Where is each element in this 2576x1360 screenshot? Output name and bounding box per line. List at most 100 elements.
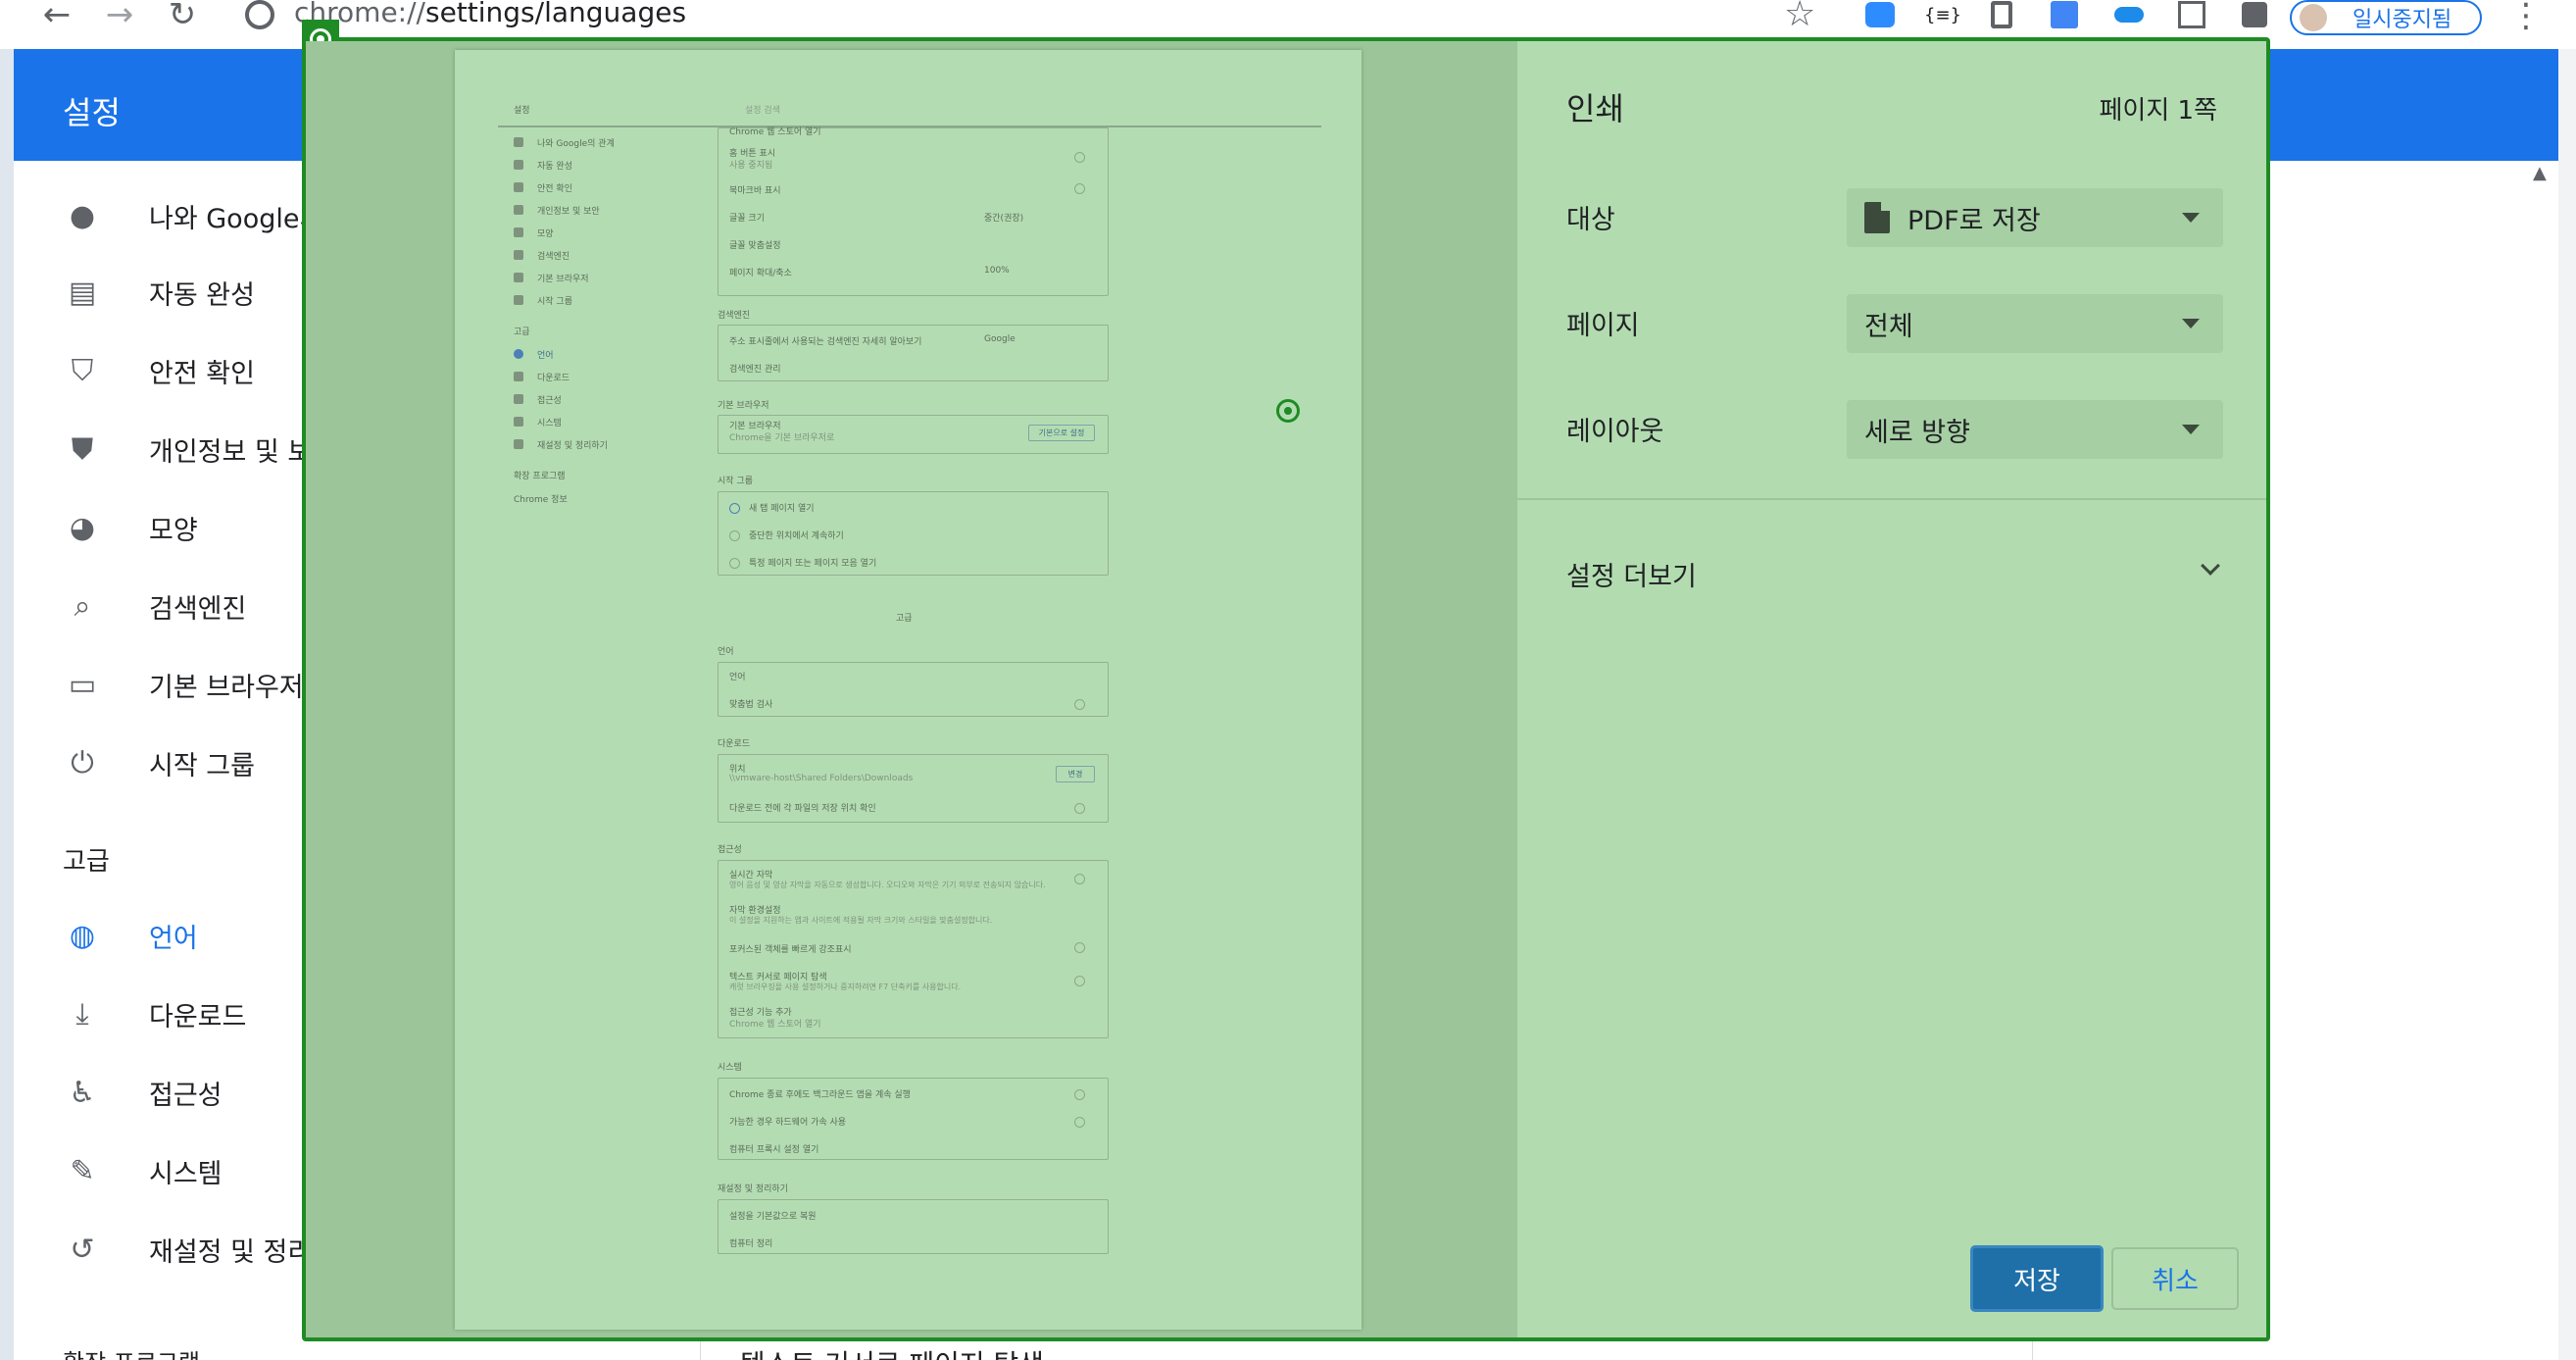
puzzle-icon[interactable] <box>2237 0 2272 29</box>
preview-download-icon <box>514 372 523 381</box>
save-button[interactable]: 저장 <box>1970 1245 2104 1312</box>
pages-select[interactable]: 전체 <box>1847 294 2223 353</box>
click-target-icon <box>1276 399 1300 423</box>
sidebar-item-label: 자동 완성 <box>149 279 255 311</box>
preview-row: \\vmware-host\Shared Folders\Downloads <box>729 774 914 783</box>
panel-divider <box>1517 498 2266 500</box>
preview-set-default-button: 기본으로 설정 <box>1028 425 1095 441</box>
sidebar-item-reset[interactable]: ↺ 재설정 및 정리 <box>14 1220 312 1279</box>
preview-nav-item: 자동 완성 <box>537 162 572 172</box>
scrollbar-up-arrow-icon[interactable]: ▲ <box>2533 163 2547 183</box>
preview-header-title: 설정 <box>514 106 530 116</box>
layout-value: 세로 방향 <box>1864 417 1970 448</box>
preview-wrench-icon <box>514 417 523 427</box>
preview-toggle <box>1074 152 1085 163</box>
preview-nav-item: 기본 브라우저 <box>537 275 589 284</box>
sidebar-item-label: 접근성 <box>149 1080 223 1111</box>
chevron-down-icon[interactable] <box>2201 556 2220 576</box>
preview-row: 특정 페이지 또는 페이지 모음 열기 <box>749 559 877 569</box>
power-icon: ⏻ <box>71 745 94 781</box>
preview-section-title: 접근성 <box>718 845 742 855</box>
json-viewer-icon[interactable]: {≡} <box>1924 0 1961 29</box>
preview-section-title: 시스템 <box>718 1063 742 1073</box>
preview-row: 페이지 확대/축소 <box>729 269 792 278</box>
cancel-button[interactable]: 취소 <box>2111 1247 2239 1310</box>
preview-search-box: 설정 검색 <box>745 106 780 116</box>
reload-button[interactable]: ↻ <box>163 0 202 34</box>
profile-button[interactable]: 일시중지됨 <box>2290 0 2482 35</box>
preview-row: 영어 음성 및 영상 자막을 자동으로 생성합니다. 오디오와 자막은 기기 외… <box>729 881 1046 889</box>
address-bar[interactable]: chrome://settings/languages <box>294 0 686 28</box>
preview-toggle <box>1074 183 1085 194</box>
sidebar-item-label: 다운로드 <box>149 1001 247 1033</box>
sidebar-item-label: 안전 확인 <box>149 358 255 389</box>
browser-icon: ▭ <box>68 667 97 702</box>
sidebar-item-default-browser[interactable]: ▭ 기본 브라우저 <box>14 655 308 714</box>
sidebar-item-privacy[interactable]: ⛊ 개인정보 및 보 <box>14 420 312 479</box>
sidebar-item-label: 나와 Google의 <box>149 203 324 234</box>
back-button[interactable]: ← <box>37 0 76 34</box>
bookmark-star-icon[interactable]: ☆ <box>1784 0 1815 34</box>
profile-status: 일시중지됨 <box>2353 8 2452 32</box>
preview-language-card <box>718 662 1109 717</box>
accessibility-icon: ♿ <box>69 1075 96 1110</box>
sidebar-item-accessibility[interactable]: ♿ 접근성 <box>14 1063 308 1122</box>
sidebar-item-extensions[interactable]: 확장 프로그램 <box>63 1343 200 1360</box>
preview-nav-item: 개인정보 및 보안 <box>537 207 600 217</box>
preview-page: 설정 설정 검색 나와 Google의 관계 자동 완성 안전 확인 개인정보 … <box>455 50 1362 1330</box>
forward-button[interactable]: → <box>100 0 139 34</box>
preview-shield-icon <box>514 182 523 192</box>
sidebar-item-appearance[interactable]: ◕ 모양 <box>14 498 308 557</box>
preview-row: Chrome을 기본 브라우저로 <box>729 433 835 443</box>
download-icon: ⤓ <box>75 996 89 1032</box>
preview-row: Chrome 종료 후에도 백그라운드 앱을 계속 실행 <box>729 1090 911 1100</box>
back-arrow-icon: ← <box>42 0 72 34</box>
preview-advanced-toggle: 고급 <box>896 614 913 624</box>
uipath-icon[interactable] <box>2174 0 2209 29</box>
preview-nav-item: 안전 확인 <box>537 184 572 194</box>
sidebar-item-downloads[interactable]: ⤓ 다운로드 <box>14 984 308 1043</box>
preview-section-title: 시작 그룹 <box>718 477 753 486</box>
avatar <box>2300 4 2327 31</box>
preview-nav-item: 확장 프로그램 <box>514 472 566 481</box>
window-edge-right <box>2558 49 2576 1360</box>
preview-nav-item: 나와 Google의 관계 <box>537 139 615 149</box>
destination-select[interactable]: PDF로 저장 <box>1847 188 2223 247</box>
globe-icon: ◍ <box>69 918 96 953</box>
sidebar-item-autofill[interactable]: ▤ 자동 완성 <box>14 263 308 322</box>
more-menu-icon[interactable]: ⋮ <box>2509 0 2543 35</box>
preview-nav-item: 모양 <box>537 229 554 239</box>
google-translate-icon[interactable] <box>2047 0 2082 29</box>
palette-icon: ◕ <box>69 510 96 545</box>
preview-nav-section: 고급 <box>514 327 530 337</box>
caret-browsing-label: 텍스트 커서로 페이지 탐색 <box>740 1343 1044 1360</box>
destination-value: PDF로 저장 <box>1907 205 2041 236</box>
preview-nav-item: 재설정 및 정리하기 <box>537 441 608 451</box>
preview-row: Chrome 웹 스토어 열기 <box>729 1020 821 1030</box>
url-path: settings/languages <box>424 0 687 28</box>
preview-globe-icon <box>514 349 523 359</box>
layout-select[interactable]: 세로 방향 <box>1847 400 2223 459</box>
preview-toggle <box>1074 803 1085 814</box>
window-edge-left <box>0 49 14 1360</box>
zoom-icon[interactable] <box>1862 0 1898 29</box>
preview-nav-item: 검색엔진 <box>537 252 570 262</box>
sidebar-item-you-and-google[interactable]: ● 나와 Google의 <box>14 186 323 245</box>
preview-toggle <box>1074 1089 1085 1100</box>
preview-row: Chrome 웹 스토어 열기 <box>729 127 821 137</box>
preview-section-title: 기본 브라우저 <box>718 401 769 411</box>
sidebar-item-system[interactable]: ✎ 시스템 <box>14 1141 308 1200</box>
office-icon[interactable] <box>1984 0 2019 29</box>
sidebar-item-label: 언어 <box>149 923 198 954</box>
sidebar-item-languages[interactable]: ◍ 언어 <box>14 906 308 965</box>
reload-icon: ↻ <box>168 0 197 34</box>
sidebar-section-advanced[interactable]: 고급 <box>63 841 110 878</box>
sidebar-item-on-startup[interactable]: ⏻ 시작 그룹 <box>14 733 308 792</box>
preview-row: 언어 <box>729 673 746 682</box>
more-settings-toggle[interactable]: 설정 더보기 <box>1566 555 1697 593</box>
preview-toggle <box>1074 874 1085 884</box>
sidebar-item-search-engine[interactable]: ⌕ 검색엔진 <box>14 577 308 635</box>
sidebar-item-safety-check[interactable]: ⛉ 안전 확인 <box>14 341 308 400</box>
preview-row: 맞춤법 검사 <box>729 700 773 710</box>
onedrive-icon[interactable] <box>2111 0 2147 29</box>
